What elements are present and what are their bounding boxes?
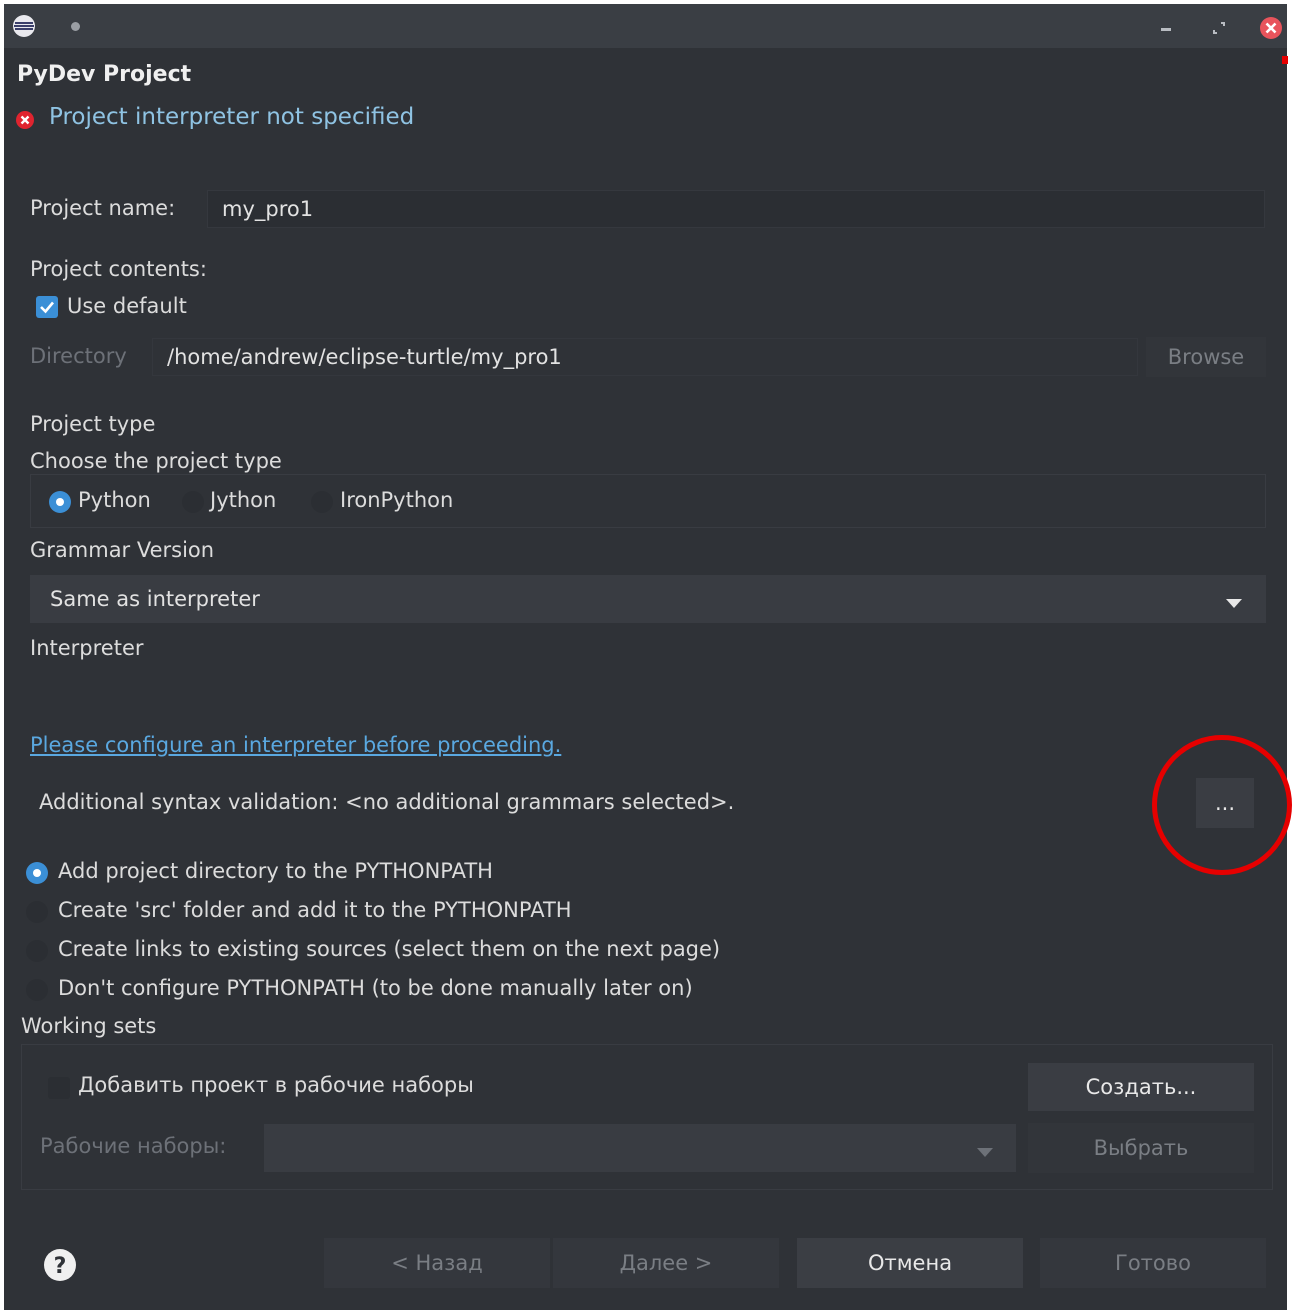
syntax-validation-text: Additional syntax validation: <no additi… (39, 790, 735, 814)
close-icon[interactable] (1259, 16, 1283, 40)
annotation-red-mark (1282, 56, 1288, 64)
select-working-sets-button: Выбрать (1028, 1123, 1254, 1173)
radio-add-project-dir-label: Add project directory to the PYTHONPATH (58, 859, 493, 883)
radio-create-src-label: Create 'src' folder and add it to the PY… (58, 898, 572, 922)
create-working-set-button[interactable]: Создать... (1028, 1063, 1254, 1111)
help-icon[interactable]: ? (43, 1248, 77, 1282)
error-message: Project interpreter not specified (49, 104, 415, 130)
annotation-red-circle (1152, 735, 1292, 875)
radio-jython[interactable] (182, 491, 204, 513)
restore-icon[interactable] (1212, 20, 1226, 34)
radio-create-links-label: Create links to existing sources (select… (58, 937, 721, 961)
project-contents-label: Project contents: (30, 257, 207, 281)
working-sets-select (264, 1124, 1016, 1172)
use-default-label: Use default (67, 294, 187, 318)
svg-text:?: ? (54, 1254, 67, 1279)
grammar-version-value: Same as interpreter (50, 587, 260, 611)
title-bar (4, 4, 1287, 48)
back-button: < Назад (324, 1238, 550, 1288)
dialog-title: PyDev Project (17, 62, 192, 87)
chevron-down-icon (1226, 594, 1242, 608)
project-name-label: Project name: (30, 196, 176, 220)
configure-interpreter-link[interactable]: Please configure an interpreter before p… (30, 733, 561, 757)
radio-dont-configure-label: Don't configure PYTHONPATH (to be done m… (58, 976, 693, 1000)
choose-project-type-label: Choose the project type (30, 449, 282, 473)
error-icon (15, 110, 35, 130)
finish-button: Готово (1040, 1238, 1266, 1288)
minimize-icon[interactable] (1161, 28, 1171, 31)
eclipse-icon (12, 14, 36, 38)
cancel-button[interactable]: Отмена (797, 1238, 1023, 1288)
radio-python[interactable] (49, 491, 71, 513)
radio-create-src[interactable] (26, 901, 48, 923)
project-type-label: Project type (30, 412, 156, 436)
working-sets-chevron-down-icon (977, 1143, 993, 1157)
radio-ironpython-label: IronPython (340, 488, 454, 512)
working-sets-label: Working sets (21, 1014, 157, 1038)
browse-button: Browse (1146, 337, 1266, 377)
grammar-version-label: Grammar Version (30, 538, 215, 562)
radio-add-project-dir[interactable] (26, 862, 48, 884)
interpreter-label: Interpreter (30, 636, 144, 660)
add-to-working-sets-label: Добавить проект в рабочие наборы (78, 1073, 474, 1097)
grammar-version-select[interactable]: Same as interpreter (30, 575, 1266, 623)
dialog-window: PyDev Project Project interpreter not sp… (4, 4, 1292, 1310)
dot-icon (71, 22, 80, 31)
project-name-input[interactable]: my_pro1 (207, 190, 1265, 228)
radio-dont-configure[interactable] (26, 979, 48, 1001)
next-button: Далее > (553, 1238, 779, 1288)
use-default-checkbox[interactable] (36, 296, 58, 318)
radio-create-links[interactable] (26, 940, 48, 962)
directory-label: Directory (30, 344, 127, 368)
radio-jython-label: Jython (210, 488, 277, 512)
add-to-working-sets-checkbox[interactable] (48, 1077, 70, 1099)
working-sets-combo-label: Рабочие наборы: (40, 1134, 227, 1158)
directory-input: /home/andrew/eclipse-turtle/my_pro1 (152, 338, 1138, 376)
radio-python-label: Python (78, 488, 151, 512)
radio-ironpython[interactable] (311, 491, 333, 513)
